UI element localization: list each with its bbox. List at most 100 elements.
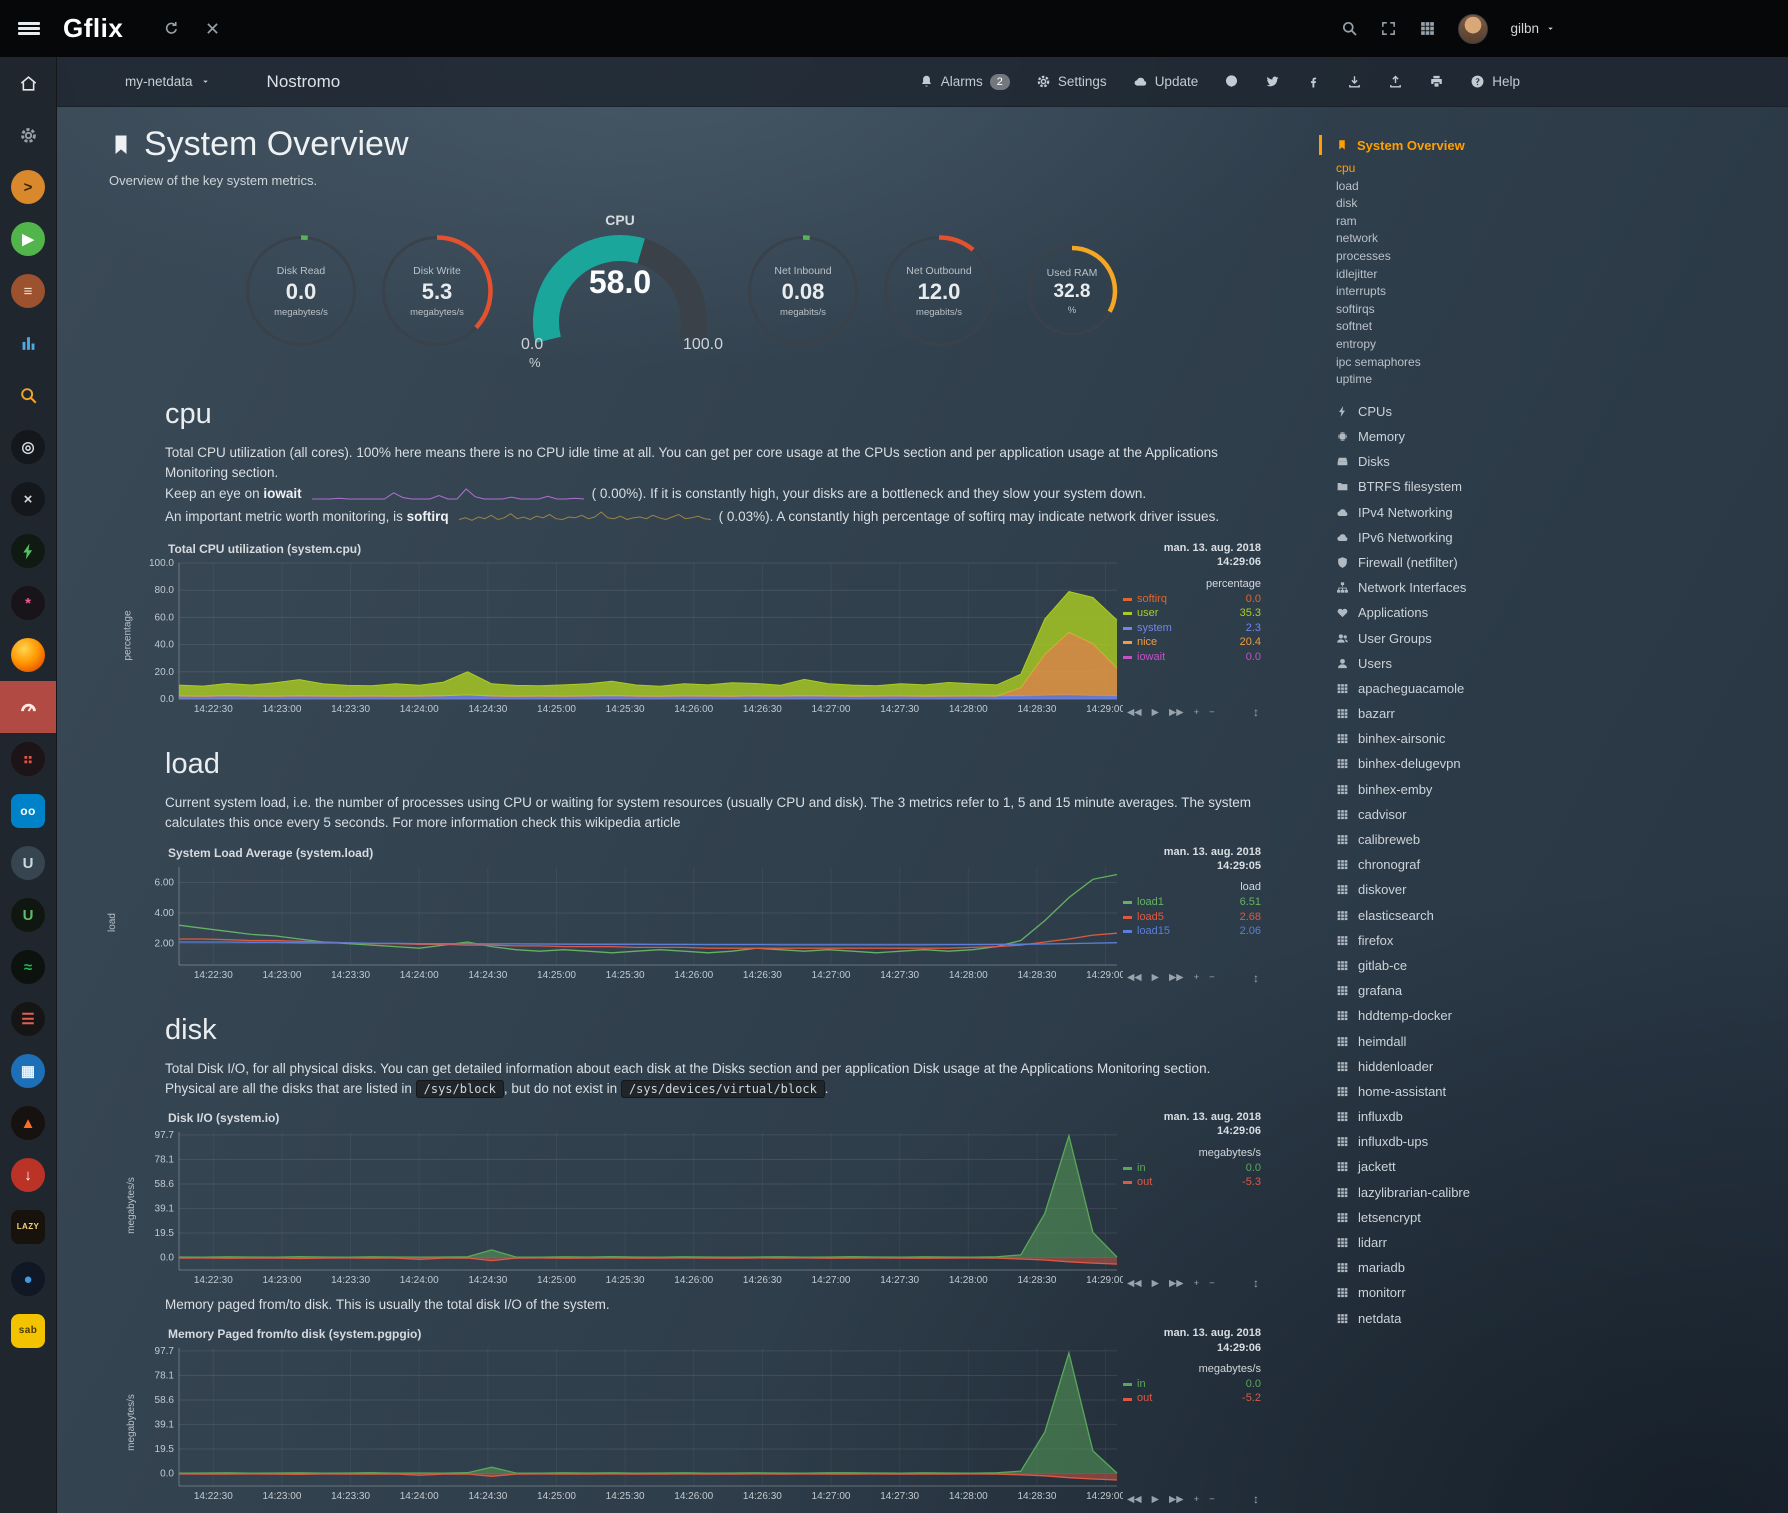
- chart-control-1[interactable]: ▶: [1152, 1278, 1159, 1289]
- chart-control-3[interactable]: +: [1194, 707, 1200, 718]
- gauge-net-inbound[interactable]: Net Inbound0.08megabits/s: [745, 233, 861, 349]
- menu-container-grafana[interactable]: grafana: [1319, 978, 1591, 1003]
- chart-control-4[interactable]: −: [1209, 972, 1215, 983]
- menu-container-firefox[interactable]: firefox: [1319, 928, 1591, 953]
- close-tab-icon[interactable]: [204, 20, 221, 37]
- sidebar-app-firefox[interactable]: [0, 629, 56, 681]
- menu-container-netdata[interactable]: netdata: [1319, 1305, 1591, 1330]
- chart-control-4[interactable]: −: [1209, 1278, 1215, 1289]
- menu-container-influxdb-ups[interactable]: influxdb-ups: [1319, 1129, 1591, 1154]
- menu-container-binhex-delugevpn[interactable]: binhex-delugevpn: [1319, 751, 1591, 776]
- sidebar-app-18[interactable]: ≈: [0, 941, 56, 993]
- menu-group-btrfs-filesystem[interactable]: BTRFS filesystem: [1319, 474, 1591, 499]
- chart-control-3[interactable]: +: [1194, 1494, 1200, 1505]
- chart-resize-handle[interactable]: ↕: [1253, 971, 1259, 985]
- sidebar-app-lazylibrarian[interactable]: LAZY: [0, 1201, 56, 1253]
- legend-in[interactable]: in0.0: [1123, 1162, 1261, 1176]
- legend-load5[interactable]: load52.68: [1123, 911, 1261, 925]
- menu-container-letsencrypt[interactable]: letsencrypt: [1319, 1205, 1591, 1230]
- menu-container-apacheguacamole[interactable]: apacheguacamole: [1319, 676, 1591, 701]
- chart-control-2[interactable]: ▶▶: [1169, 1494, 1184, 1505]
- nav-settings[interactable]: Settings: [1036, 74, 1107, 89]
- nav-update[interactable]: Update: [1133, 74, 1199, 89]
- legend-load1[interactable]: load16.51: [1123, 896, 1261, 910]
- menu-container-binhex-airsonic[interactable]: binhex-airsonic: [1319, 726, 1591, 751]
- chart-resize-handle[interactable]: ↕: [1253, 705, 1259, 719]
- chart-control-0[interactable]: ◀◀: [1127, 1278, 1142, 1289]
- chart-system-cpu[interactable]: Total CPU utilization (system.cpu)percen…: [113, 540, 1313, 720]
- menu-sub-ram[interactable]: ram: [1336, 213, 1591, 231]
- legend-softirq[interactable]: softirq0.0: [1123, 593, 1261, 607]
- sidebar-app-17[interactable]: U: [0, 889, 56, 941]
- menu-group-firewall-netfilter-[interactable]: Firewall (netfilter): [1319, 550, 1591, 575]
- legend-load15[interactable]: load152.06: [1123, 925, 1261, 939]
- nav-twitter[interactable]: [1265, 74, 1280, 89]
- sidebar-app-20[interactable]: ▦: [0, 1045, 56, 1097]
- nav-download[interactable]: [1347, 74, 1362, 89]
- nav-alarms[interactable]: Alarms2: [919, 74, 1010, 90]
- menu-group-ipv6-networking[interactable]: IPv6 Networking: [1319, 525, 1591, 550]
- legend-iowait[interactable]: iowait0.0: [1123, 651, 1261, 665]
- nav-upload[interactable]: [1388, 74, 1403, 89]
- legend-out[interactable]: out-5.2: [1123, 1392, 1261, 1406]
- fullscreen-icon[interactable]: [1380, 20, 1397, 37]
- nav-github[interactable]: [1224, 74, 1239, 89]
- sidebar-app-plex[interactable]: >: [0, 161, 56, 213]
- sidebar-app-deluge[interactable]: ●: [0, 1253, 56, 1305]
- gauge-cpu[interactable]: CPU58.00.0100.0%: [505, 212, 735, 370]
- menu-container-binhex-emby[interactable]: binhex-emby: [1319, 777, 1591, 802]
- sidebar-app-emby[interactable]: ▶: [0, 213, 56, 265]
- sidebar-app-downloader[interactable]: ↓: [0, 1149, 56, 1201]
- menu-container-diskover[interactable]: diskover: [1319, 877, 1591, 902]
- menu-sub-interrupts[interactable]: interrupts: [1336, 283, 1591, 301]
- menu-group-memory[interactable]: Memory: [1319, 424, 1591, 449]
- menu-sub-softnet[interactable]: softnet: [1336, 318, 1591, 336]
- menu-group-applications[interactable]: Applications: [1319, 600, 1591, 625]
- menu-system-overview[interactable]: System Overview: [1319, 135, 1591, 155]
- menu-sub-load[interactable]: load: [1336, 178, 1591, 196]
- chart-control-4[interactable]: −: [1209, 1494, 1215, 1505]
- sidebar-app-airsonic[interactable]: [0, 317, 56, 369]
- chart-control-2[interactable]: ▶▶: [1169, 972, 1184, 983]
- menu-container-influxdb[interactable]: influxdb: [1319, 1104, 1591, 1129]
- sidebar-home[interactable]: [0, 57, 56, 109]
- sidebar-app-14[interactable]: ⠶: [0, 733, 56, 785]
- chart-system-load[interactable]: System Load Average (system.load)load14:…: [113, 844, 1313, 986]
- chart-control-1[interactable]: ▶: [1152, 707, 1159, 718]
- chart-control-3[interactable]: +: [1194, 1278, 1200, 1289]
- chart-control-0[interactable]: ◀◀: [1127, 972, 1142, 983]
- sidebar-app-netdata[interactable]: [0, 681, 56, 733]
- menu-container-elasticsearch[interactable]: elasticsearch: [1319, 902, 1591, 927]
- menu-container-hddtemp-docker[interactable]: hddtemp-docker: [1319, 1003, 1591, 1028]
- chart-system-io[interactable]: Disk I/O (system.io)megabytes/s14:22:301…: [113, 1109, 1313, 1291]
- chart-control-0[interactable]: ◀◀: [1127, 1494, 1142, 1505]
- menu-sub-cpu[interactable]: cpu: [1336, 160, 1591, 178]
- apps-grid-icon[interactable]: [1419, 20, 1436, 37]
- menu-sub-idlejitter[interactable]: idlejitter: [1336, 266, 1591, 284]
- sidebar-app-10[interactable]: [0, 525, 56, 577]
- gauge-net-outbound[interactable]: Net Outbound12.0megabits/s: [881, 233, 997, 349]
- menu-sub-uptime[interactable]: uptime: [1336, 371, 1591, 389]
- chart-control-2[interactable]: ▶▶: [1169, 707, 1184, 718]
- menu-container-lazylibrarian-calibre[interactable]: lazylibrarian-calibre: [1319, 1180, 1591, 1205]
- sidebar-settings[interactable]: [0, 109, 56, 161]
- chart-control-1[interactable]: ▶: [1152, 1494, 1159, 1505]
- server-selector[interactable]: my-netdata: [125, 74, 211, 89]
- legend-out[interactable]: out-5.3: [1123, 1176, 1261, 1190]
- menu-container-lidarr[interactable]: lidarr: [1319, 1230, 1591, 1255]
- menu-sub-processes[interactable]: processes: [1336, 248, 1591, 266]
- menu-group-cpus[interactable]: CPUs: [1319, 399, 1591, 424]
- refresh-tab-icon[interactable]: [163, 20, 180, 37]
- sidebar-app-books[interactable]: ≡: [0, 265, 56, 317]
- menu-group-disks[interactable]: Disks: [1319, 449, 1591, 474]
- chart-resize-handle[interactable]: ↕: [1253, 1276, 1259, 1290]
- menu-container-monitorr[interactable]: monitorr: [1319, 1280, 1591, 1305]
- menu-sub-entropy[interactable]: entropy: [1336, 336, 1591, 354]
- user-avatar[interactable]: [1458, 14, 1488, 44]
- menu-group-users[interactable]: Users: [1319, 651, 1591, 676]
- menu-container-bazarr[interactable]: bazarr: [1319, 701, 1591, 726]
- menu-container-home-assistant[interactable]: home-assistant: [1319, 1079, 1591, 1104]
- sidebar-app-sabnzbd[interactable]: sab: [0, 1305, 56, 1357]
- chart-control-3[interactable]: +: [1194, 972, 1200, 983]
- sidebar-app-nextcloud[interactable]: oo: [0, 785, 56, 837]
